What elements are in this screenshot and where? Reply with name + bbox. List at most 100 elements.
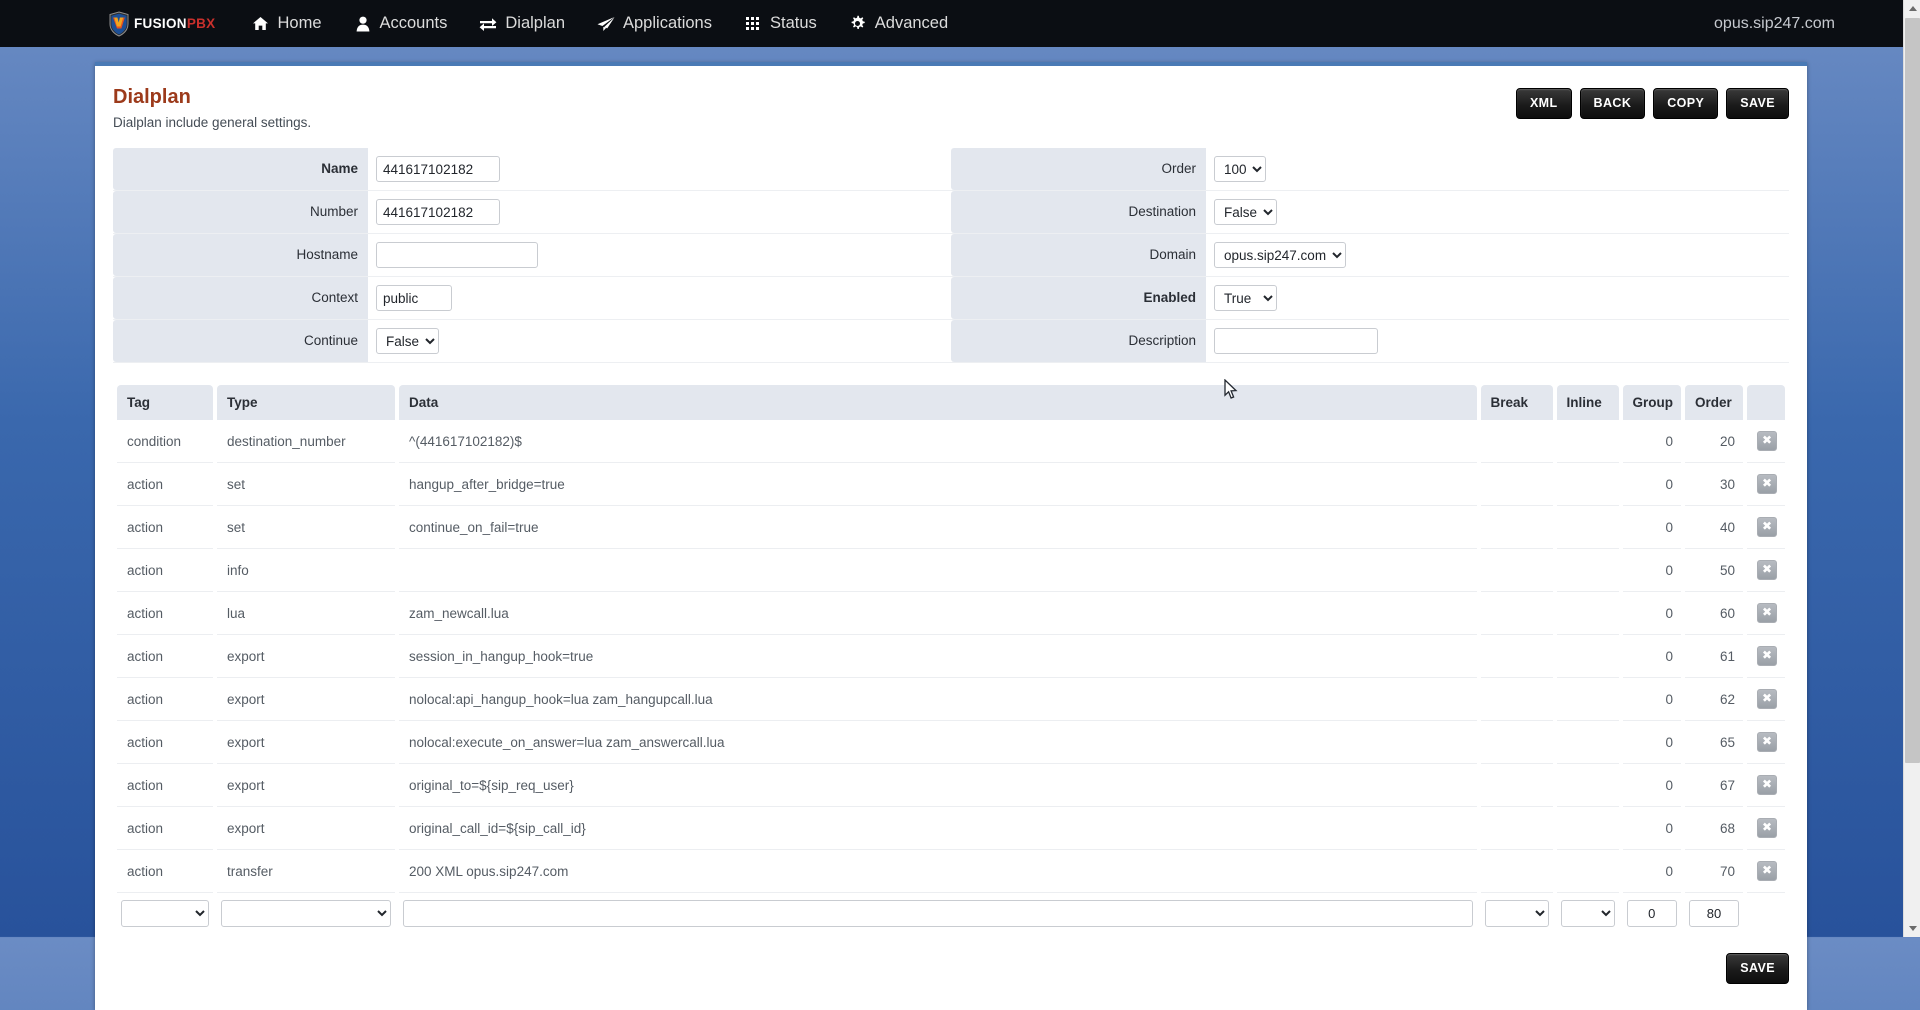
new-break-select[interactable]: on-trueon-falsealwaysnever <box>1484 900 1549 927</box>
new-type-select[interactable]: setexportluainfotransferdestination_numb… <box>221 900 391 927</box>
cell-tag: action <box>117 506 213 549</box>
field-label-enabled: Enabled <box>951 277 1206 319</box>
column-header-inline[interactable]: Inline <box>1556 385 1619 420</box>
number-input[interactable] <box>376 199 500 225</box>
nav-item-home[interactable]: Home <box>235 0 337 47</box>
field-row-name: Name <box>113 148 951 191</box>
cell-break <box>1480 635 1553 678</box>
cell-type: transfer <box>217 850 395 893</box>
vertical-scrollbar[interactable] <box>1903 0 1920 937</box>
table-row: action export nolocal:execute_on_answer=lu… <box>117 721 1785 764</box>
exchange-arrows-icon <box>479 15 497 33</box>
column-header-order[interactable]: Order <box>1685 385 1743 420</box>
back-button[interactable]: BACK <box>1579 88 1646 119</box>
field-label-description: Description <box>951 320 1206 362</box>
cell-inline <box>1556 764 1619 807</box>
nav-item-label: Applications <box>623 14 712 32</box>
field-row-number: Number <box>113 191 951 234</box>
new-inline-select[interactable]: truefalse <box>1560 900 1615 927</box>
cell-group: 0 <box>1622 549 1681 592</box>
nav-item-status[interactable]: Status <box>728 0 833 47</box>
copy-button[interactable]: COPY <box>1653 88 1719 119</box>
cell-data: continue_on_fail=true <box>399 506 1477 549</box>
page-action-buttons: XML BACK COPY SAVE <box>1515 88 1789 119</box>
current-domain: opus.sip247.com <box>1714 14 1835 32</box>
scrollbar-down-arrow[interactable] <box>1904 920 1920 937</box>
save-button-bottom[interactable]: SAVE <box>1726 953 1789 984</box>
column-header-break[interactable]: Break <box>1480 385 1553 420</box>
brand-text-red: PBX <box>186 16 216 31</box>
cell-group: 0 <box>1622 721 1681 764</box>
nav-item-label: Accounts <box>379 14 448 32</box>
nav-items: Home Accounts Dialplan Applications Stat… <box>235 0 964 47</box>
x-delete-icon[interactable]: ✖ <box>1757 474 1777 494</box>
cell-data: ^(441617102182)$ <box>399 420 1477 463</box>
cell-delete: ✖ <box>1747 463 1785 506</box>
description-input[interactable] <box>1214 328 1378 354</box>
cell-tag: action <box>117 549 213 592</box>
cell-type: export <box>217 635 395 678</box>
nav-item-applications[interactable]: Applications <box>581 0 728 47</box>
bottom-action-bar: SAVE <box>95 933 1807 984</box>
cell-tag: action <box>117 850 213 893</box>
cell-group: 0 <box>1622 850 1681 893</box>
hostname-input[interactable] <box>376 242 538 268</box>
cell-inline <box>1556 721 1619 764</box>
new-group-input[interactable] <box>1626 900 1677 927</box>
column-header-type[interactable]: Type <box>217 385 395 420</box>
cell-inline <box>1556 592 1619 635</box>
scrollbar-up-arrow[interactable] <box>1904 0 1920 17</box>
cell-inline <box>1556 420 1619 463</box>
x-delete-icon[interactable]: ✖ <box>1757 431 1777 451</box>
new-order-input[interactable] <box>1689 900 1739 927</box>
enabled-select[interactable]: TrueFalse <box>1214 285 1277 311</box>
column-header-group[interactable]: Group <box>1622 385 1681 420</box>
table-row: action export original_call_id=${sip_call_… <box>117 807 1785 850</box>
field-row-context: Context <box>113 277 951 320</box>
nav-item-advanced[interactable]: Advanced <box>833 0 964 47</box>
x-delete-icon[interactable]: ✖ <box>1757 818 1777 838</box>
context-input[interactable] <box>376 285 452 311</box>
column-header-data[interactable]: Data <box>399 385 1477 420</box>
order-select[interactable]: 100200300400500 <box>1214 156 1266 182</box>
settings-grid: Name Order 100200300400500 Number Destin… <box>113 148 1789 363</box>
x-delete-icon[interactable]: ✖ <box>1757 603 1777 623</box>
field-label-context: Context <box>113 277 368 319</box>
cell-break <box>1480 506 1553 549</box>
column-header-tag[interactable]: Tag <box>117 385 213 420</box>
field-row-enabled: Enabled TrueFalse <box>951 277 1789 320</box>
cell-inline <box>1556 807 1619 850</box>
x-delete-icon[interactable]: ✖ <box>1757 689 1777 709</box>
nav-item-dialplan[interactable]: Dialplan <box>463 0 581 47</box>
page-header: Dialplan Dialplan include general settin… <box>113 86 1789 130</box>
cell-break <box>1480 420 1553 463</box>
cell-delete: ✖ <box>1747 764 1785 807</box>
cell-tag: condition <box>117 420 213 463</box>
domain-select[interactable]: opus.sip247.comglobal <box>1214 242 1346 268</box>
table-row: action set hangup_after_bridge=true 0 30 ✖ <box>117 463 1785 506</box>
brand-logo[interactable]: FUSIONPBX <box>108 10 216 37</box>
x-delete-icon[interactable]: ✖ <box>1757 517 1777 537</box>
destination-select[interactable]: TrueFalse <box>1214 199 1277 225</box>
continue-select[interactable]: TrueFalse <box>376 328 439 354</box>
cell-tag: action <box>117 463 213 506</box>
x-delete-icon[interactable]: ✖ <box>1757 732 1777 752</box>
cell-data: nolocal:api_hangup_hook=lua zam_hangupca… <box>399 678 1477 721</box>
nav-item-accounts[interactable]: Accounts <box>338 0 464 47</box>
table-row: action transfer 200 XML opus.sip247.com 0 70… <box>117 850 1785 893</box>
x-delete-icon[interactable]: ✖ <box>1757 646 1777 666</box>
x-delete-icon[interactable]: ✖ <box>1757 861 1777 881</box>
x-delete-icon[interactable]: ✖ <box>1757 560 1777 580</box>
name-input[interactable] <box>376 156 500 182</box>
field-label-continue: Continue <box>113 320 368 362</box>
new-data-input[interactable] <box>403 900 1473 927</box>
xml-button[interactable]: XML <box>1515 88 1572 119</box>
x-delete-icon[interactable]: ✖ <box>1757 775 1777 795</box>
table-row: action info 0 50 ✖ <box>117 549 1785 592</box>
chevron-down-icon <box>1908 926 1917 931</box>
scrollbar-thumb[interactable] <box>1905 18 1920 763</box>
save-button[interactable]: SAVE <box>1726 88 1789 119</box>
table-row: action export session_in_hangup_hook=true 0… <box>117 635 1785 678</box>
new-tag-select[interactable]: conditionactionanti-action <box>121 900 209 927</box>
nav-item-label: Status <box>769 14 817 32</box>
